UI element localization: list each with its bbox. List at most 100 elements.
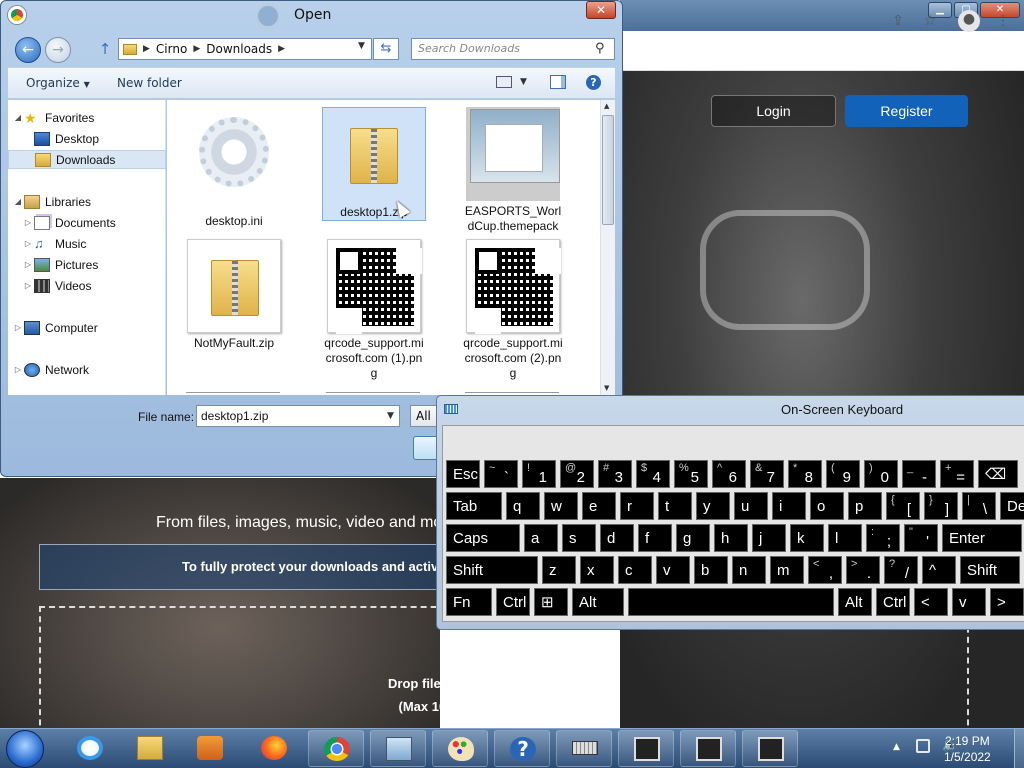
key[interactable]: x: [580, 556, 614, 584]
file-item[interactable]: qrcode_support.microsoft.com (1).png: [322, 239, 426, 381]
file-item[interactable]: EASPORTS_WorldCup.themepack: [461, 107, 565, 234]
file-item-partial[interactable]: [186, 392, 280, 395]
key[interactable]: + =: [940, 460, 974, 488]
key[interactable]: k: [790, 524, 824, 552]
file-name-dropdown-icon[interactable]: ▼: [387, 411, 394, 421]
key[interactable]: Ctrl: [496, 588, 530, 616]
key[interactable]: z: [542, 556, 576, 584]
back-button[interactable]: ←: [15, 37, 41, 63]
key[interactable]: :;: [866, 524, 900, 552]
nav-item-documents[interactable]: ▷ Documents: [8, 213, 166, 232]
key[interactable]: ! 1: [522, 460, 556, 488]
key[interactable]: c: [618, 556, 652, 584]
key[interactable]: * 8: [788, 460, 822, 488]
nav-item-pictures[interactable]: ▷ Pictures: [8, 255, 166, 274]
key[interactable]: #3: [598, 460, 632, 488]
change-view-icon[interactable]: [496, 76, 512, 88]
nav-item-libraries[interactable]: ◢ Libraries: [8, 192, 166, 211]
key[interactable]: t: [658, 492, 692, 520]
expand-arrow-icon[interactable]: ▷: [22, 260, 34, 269]
key[interactable]: <,: [808, 556, 842, 584]
nav-item-favorites[interactable]: ◢ ★ Favorites: [8, 108, 166, 127]
key[interactable]: f: [638, 524, 672, 552]
menu-kebab-icon[interactable]: ⋮: [994, 12, 1012, 30]
organize-button[interactable]: Organize ▼: [26, 76, 90, 90]
key[interactable]: p: [848, 492, 882, 520]
show-desktop-button[interactable]: [1014, 729, 1024, 768]
key[interactable]: & 7: [750, 460, 784, 488]
key[interactable]: Tab: [446, 492, 502, 520]
nav-item-desktop[interactable]: Desktop: [8, 129, 166, 148]
scrollbar-thumb[interactable]: [602, 115, 614, 225]
key[interactable]: b: [694, 556, 728, 584]
taskbar-media-player[interactable]: [182, 730, 238, 767]
file-name-input[interactable]: desktop1.zip: [196, 405, 400, 427]
key[interactable]: >.: [846, 556, 880, 584]
nav-item-network[interactable]: ▷ Network: [8, 360, 166, 379]
key[interactable]: v: [656, 556, 690, 584]
key[interactable]: a: [524, 524, 558, 552]
scroll-up-icon[interactable]: ▲: [604, 102, 609, 110]
key[interactable]: {[: [886, 492, 920, 520]
key[interactable]: i: [772, 492, 806, 520]
taskbar-paint[interactable]: [432, 730, 488, 767]
file-item[interactable]: NotMyFault.zip: [182, 239, 286, 351]
expand-arrow-icon[interactable]: ▷: [22, 281, 34, 290]
taskbar-help[interactable]: ?: [494, 730, 550, 767]
view-dropdown-icon[interactable]: ▼: [520, 77, 527, 87]
profile-avatar-icon[interactable]: ●: [958, 10, 980, 32]
refresh-button[interactable]: ⇆: [373, 38, 399, 60]
key[interactable]: r: [620, 492, 654, 520]
key[interactable]: _ -: [902, 460, 936, 488]
key[interactable]: m: [770, 556, 804, 584]
dialog-close-button[interactable]: ✕: [586, 1, 616, 19]
key[interactable]: h: [714, 524, 748, 552]
tray-clock[interactable]: 2:19 PM 1/5/2022: [944, 733, 991, 765]
nav-item-music[interactable]: ▷ ♫ Music: [8, 234, 166, 253]
key[interactable]: ^: [922, 556, 956, 584]
key[interactable]: ^ 6: [712, 460, 746, 488]
taskbar-app-1[interactable]: [618, 730, 674, 767]
scroll-down-icon[interactable]: ▼: [604, 384, 609, 392]
key[interactable]: " ': [904, 524, 938, 552]
key[interactable]: ⊞: [534, 588, 568, 616]
key[interactable]: u: [734, 492, 768, 520]
forward-button[interactable]: →: [45, 37, 71, 63]
nav-item-videos[interactable]: ▷ Videos: [8, 276, 166, 295]
nav-item-computer[interactable]: ▷ Computer: [8, 318, 166, 337]
key[interactable]: $4: [636, 460, 670, 488]
key[interactable]: e: [582, 492, 616, 520]
taskbar-task-manager[interactable]: [370, 730, 426, 767]
preview-pane-icon[interactable]: [550, 75, 566, 89]
action-center-flag-icon[interactable]: [916, 739, 930, 753]
expand-arrow-icon[interactable]: ▷: [12, 323, 24, 332]
key[interactable]: n: [732, 556, 766, 584]
key[interactable]: Alt: [838, 588, 872, 616]
key[interactable]: Shift: [960, 556, 1020, 584]
up-arrow-icon[interactable]: ↑: [96, 40, 114, 58]
search-icon[interactable]: ⚲: [595, 41, 605, 56]
key[interactable]: Caps: [446, 524, 520, 552]
key[interactable]: ? /: [884, 556, 918, 584]
key[interactable]: }]: [924, 492, 958, 520]
bookmark-star-icon[interactable]: ☆: [921, 12, 939, 30]
nav-item-downloads[interactable]: Downloads: [8, 150, 166, 169]
key[interactable]: (9: [826, 460, 860, 488]
key[interactable]: j: [752, 524, 786, 552]
taskbar-explorer[interactable]: [122, 730, 178, 767]
file-item[interactable]: qrcode_support.microsoft.com (2).png: [461, 239, 565, 381]
key[interactable]: | \: [962, 492, 996, 520]
key[interactable]: q: [506, 492, 540, 520]
key[interactable]: [628, 588, 834, 616]
key[interactable]: l: [828, 524, 862, 552]
key[interactable]: <: [914, 588, 948, 616]
new-folder-button[interactable]: New folder: [117, 76, 182, 90]
key[interactable]: Shift: [446, 556, 538, 584]
file-item-partial[interactable]: [326, 392, 420, 395]
key[interactable]: Enter: [942, 524, 1022, 552]
tray-expand-icon[interactable]: ▲: [893, 742, 900, 752]
taskbar-osk[interactable]: [556, 730, 612, 767]
key[interactable]: s: [562, 524, 596, 552]
expand-arrow-icon[interactable]: ◢: [12, 113, 24, 122]
key[interactable]: Ctrl: [876, 588, 910, 616]
